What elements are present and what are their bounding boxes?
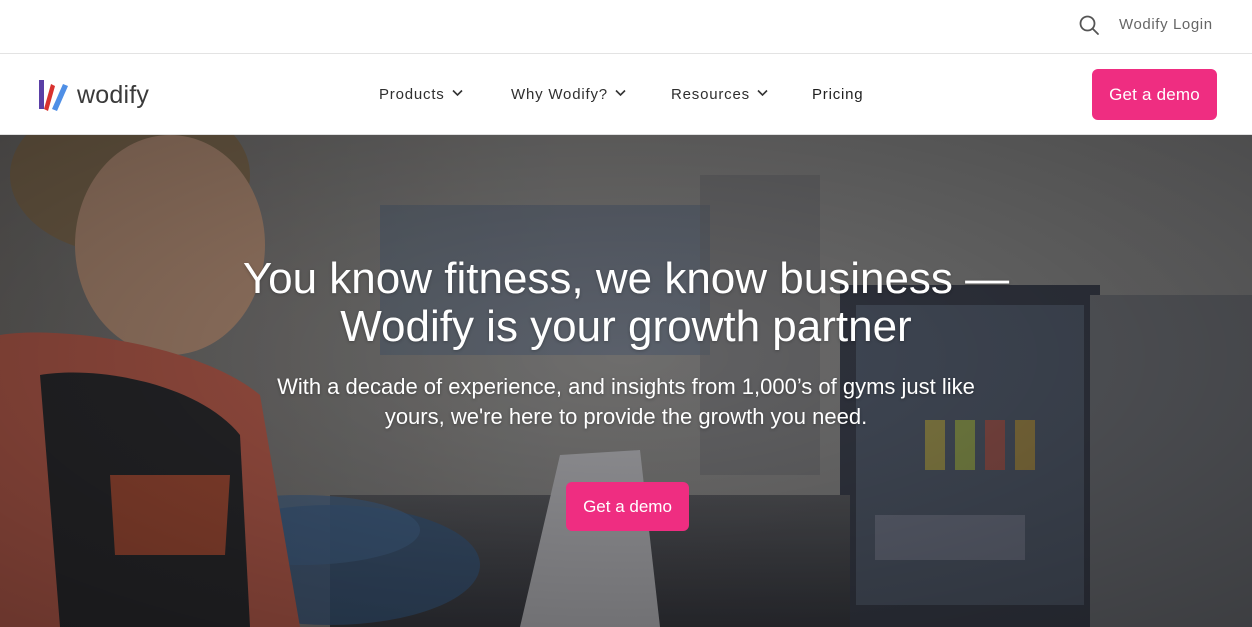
nav-item-pricing[interactable]: Pricing: [812, 85, 863, 105]
hero-title: You know fitness, we know business — Wod…: [242, 254, 1010, 351]
hero-section: You know fitness, we know business — Wod…: [0, 135, 1252, 627]
nav-item-label: Resources: [671, 86, 750, 103]
search-icon[interactable]: [1078, 14, 1100, 36]
nav-item-label: Why Wodify?: [511, 86, 608, 103]
nav-item-label: Products: [379, 86, 445, 103]
logo-wordmark: wodify: [77, 81, 150, 109]
chevron-down-icon: [757, 89, 768, 97]
nav-item-resources[interactable]: Resources: [671, 85, 768, 105]
nav-item-why-wodify[interactable]: Why Wodify?: [511, 85, 626, 105]
wodify-logo[interactable]: wodify: [37, 78, 157, 112]
chevron-down-icon: [615, 89, 626, 97]
main-navigation: wodify Products Why Wodify? Resources Pr…: [0, 54, 1252, 135]
chevron-down-icon: [452, 89, 463, 97]
nav-item-label: Pricing: [812, 86, 864, 103]
hero-subtitle: With a decade of experience, and insight…: [277, 374, 975, 429]
utility-bar: Wodify Login: [0, 0, 1252, 54]
get-a-demo-button[interactable]: Get a demo: [1092, 69, 1217, 120]
hero-get-a-demo-button[interactable]: Get a demo: [566, 482, 689, 531]
nav-item-products[interactable]: Products: [379, 85, 463, 105]
login-link[interactable]: Wodify Login: [1119, 15, 1213, 35]
wodify-logo-mark-icon: [39, 80, 68, 111]
